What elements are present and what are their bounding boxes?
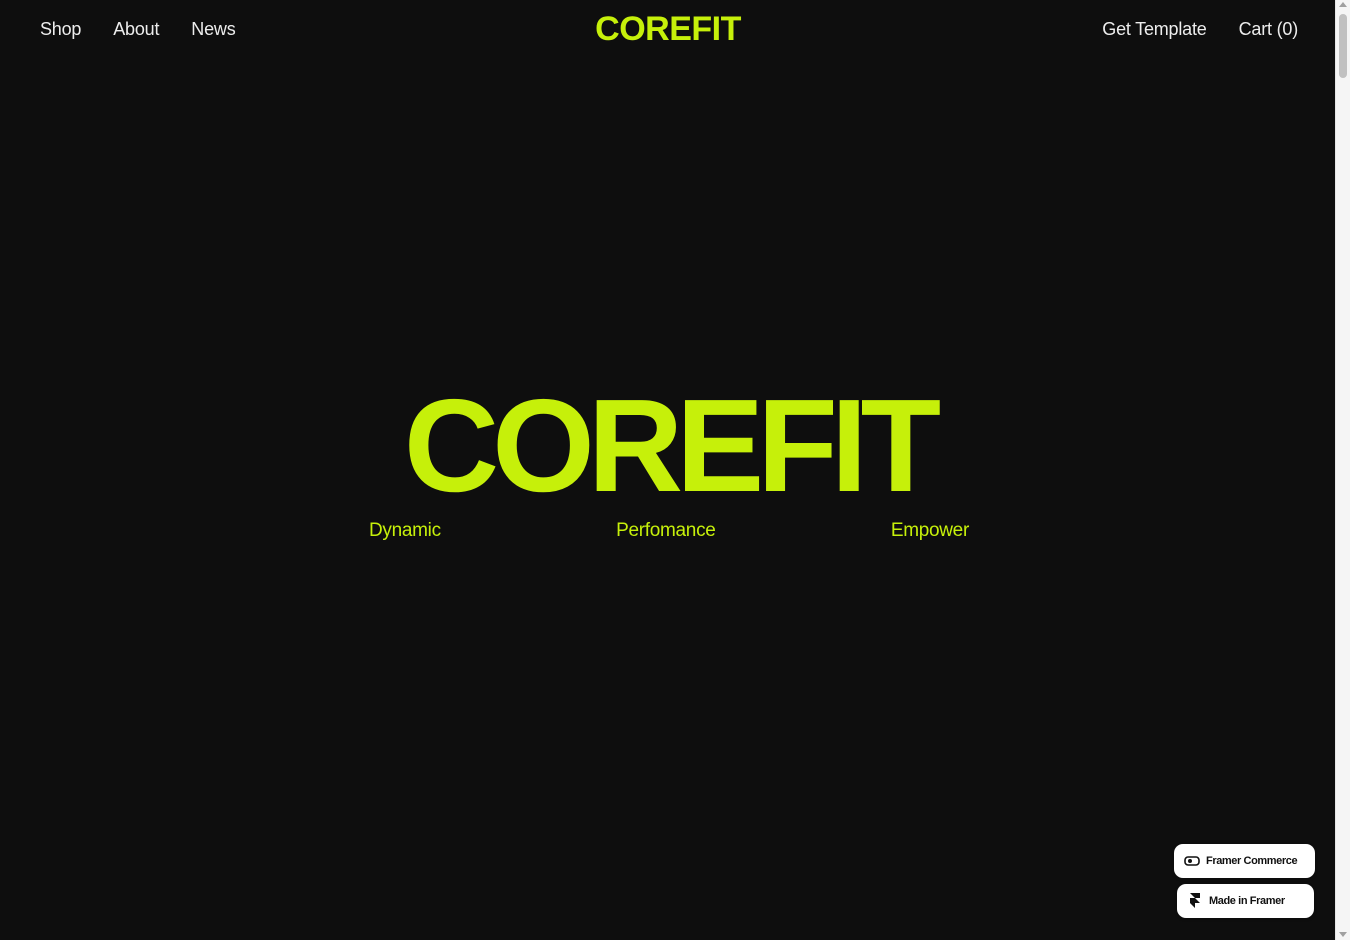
scrollbar-thumb[interactable] (1339, 14, 1347, 78)
scroll-up-arrow-icon[interactable] (1339, 2, 1347, 7)
framer-commerce-badge[interactable]: Framer Commerce (1174, 844, 1315, 878)
made-in-framer-badge[interactable]: Made in Framer (1177, 884, 1314, 918)
hero-tag-empower: Empower (890, 520, 969, 541)
hero-tag-performance: Perfomance (616, 520, 716, 541)
framer-logo-icon (1187, 893, 1203, 909)
hero-tag-dynamic: Dynamic (369, 520, 441, 541)
vertical-scrollbar[interactable] (1335, 0, 1350, 940)
hero-title: COREFIT (403, 372, 941, 519)
secondary-nav: Get Template Cart (0) (1102, 16, 1298, 42)
framer-commerce-icon (1184, 853, 1200, 869)
cart-link[interactable]: Cart (0) (1239, 16, 1299, 42)
page: Shop About News COREFIT Get Template Car… (0, 0, 1350, 940)
made-in-framer-label: Made in Framer (1209, 895, 1285, 907)
framer-commerce-label: Framer Commerce (1206, 855, 1298, 867)
get-template-link[interactable]: Get Template (1102, 16, 1207, 42)
hero-tagline: Dynamic Perfomance Empower (369, 518, 969, 544)
hero-section: COREFIT Dynamic Perfomance Empower (369, 378, 969, 544)
scroll-down-arrow-icon[interactable] (1339, 932, 1347, 937)
